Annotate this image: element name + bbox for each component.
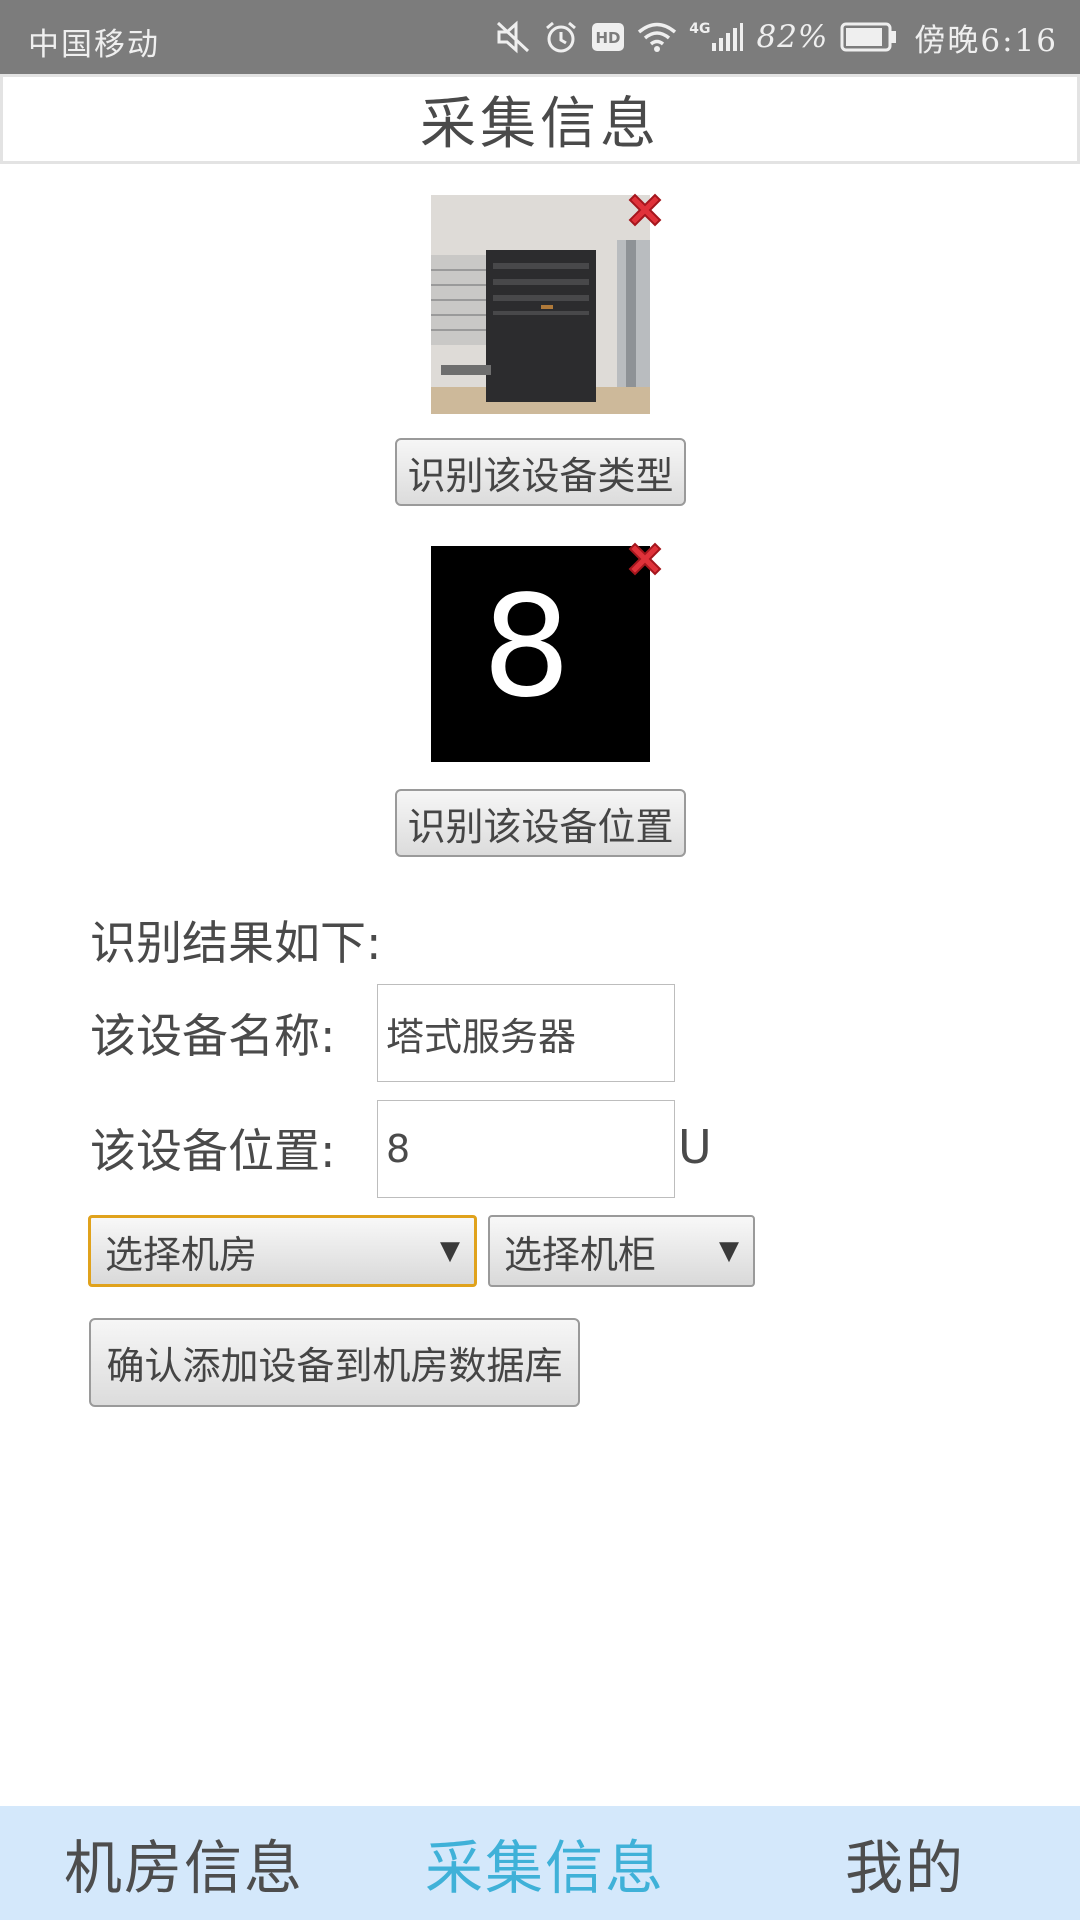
- page-header: 采集信息: [0, 74, 1080, 164]
- device-position-field[interactable]: [377, 1100, 675, 1198]
- bottom-nav: 机房信息 采集信息 我的: [0, 1806, 1080, 1920]
- battery-percent: 82%: [756, 19, 829, 55]
- device-position-label: 该设备位置:: [90, 1124, 336, 1178]
- identify-type-button[interactable]: 识别该设备类型: [395, 438, 686, 506]
- nav-item-collect[interactable]: 采集信息: [425, 1806, 665, 1920]
- device-name-label: 该设备名称:: [90, 1009, 336, 1063]
- wifi-icon: [638, 22, 677, 52]
- delete-photo-icon[interactable]: [624, 189, 666, 231]
- signal-icon: [712, 23, 744, 51]
- dropdown-arrow-icon: ▼: [719, 1236, 739, 1266]
- position-photo: 8: [431, 546, 650, 762]
- clock: 傍晚6:16: [914, 22, 1058, 59]
- nav-item-rooms[interactable]: 机房信息: [64, 1806, 304, 1920]
- status-icons: HD 4G 82% 傍晚6:16: [495, 0, 1058, 74]
- delete-photo-icon[interactable]: [624, 538, 666, 580]
- confirm-add-button[interactable]: 确认添加设备到机房数据库: [89, 1318, 580, 1407]
- carrier-label: 中国移动: [28, 27, 160, 63]
- svg-text:HD: HD: [596, 29, 621, 47]
- room-select-value: 选择机房: [105, 1232, 258, 1277]
- battery-icon: [840, 22, 897, 52]
- hd-icon: HD: [592, 23, 625, 51]
- cabinet-select[interactable]: 选择机柜 ▼: [488, 1215, 755, 1287]
- alarm-icon: [546, 21, 577, 53]
- mute-icon: [497, 20, 530, 54]
- results-heading: 识别结果如下:: [90, 916, 382, 970]
- nav-item-mine[interactable]: 我的: [845, 1806, 965, 1920]
- dropdown-arrow-icon: ▼: [440, 1236, 460, 1266]
- position-digit: 8: [481, 565, 572, 729]
- room-select[interactable]: 选择机房 ▼: [88, 1215, 477, 1287]
- cabinet-select-value: 选择机柜: [504, 1232, 657, 1277]
- identify-position-button[interactable]: 识别该设备位置: [395, 789, 686, 857]
- device-name-field[interactable]: [377, 984, 675, 1082]
- page-title: 采集信息: [420, 91, 660, 157]
- tower-server-image: [431, 195, 650, 414]
- device-photo: [431, 195, 650, 414]
- position-unit-label: U: [678, 1120, 712, 1174]
- signal-group: 4G: [689, 21, 744, 53]
- network-type-label: 4G: [689, 21, 711, 37]
- status-bar: 中国移动 HD 4G 82% 傍晚6:16: [0, 0, 1080, 74]
